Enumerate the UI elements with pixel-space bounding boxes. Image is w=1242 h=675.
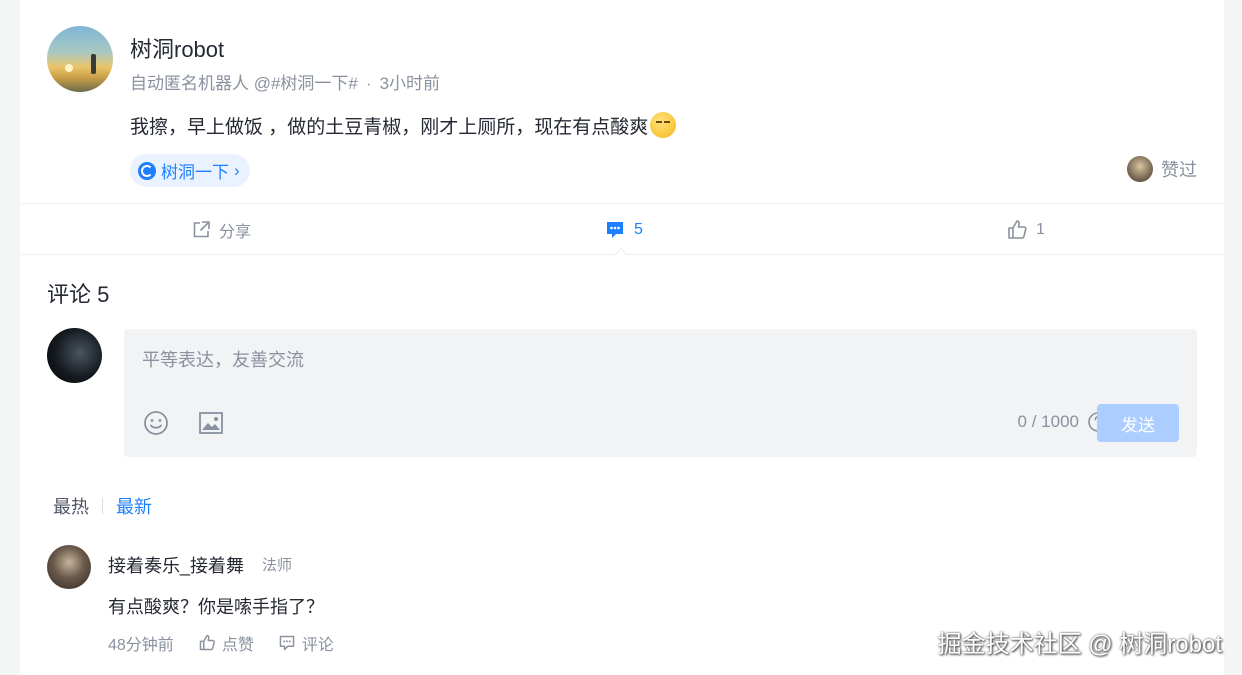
comment-button[interactable]: 5	[604, 204, 643, 256]
image-icon[interactable]	[197, 409, 225, 437]
liked-by[interactable]: 赞过	[1127, 156, 1197, 182]
post-text: 我擦，早上做饭 ，做的土豆青椒，刚才上厕所，现在有点酸爽	[130, 117, 649, 138]
tab-divider	[102, 498, 103, 514]
commenter-badge: 法师	[262, 557, 293, 574]
share-button[interactable]: 分享	[191, 204, 251, 256]
chevron-right-icon: ›	[234, 160, 240, 180]
author-avatar[interactable]	[47, 26, 113, 92]
post-card: 树洞robot 自动匿名机器人 @#树洞一下# · 3小时前 我擦，早上做饭 ，做的…	[20, 0, 1224, 675]
tab-newest[interactable]: 最新	[116, 493, 152, 519]
like-count: 1	[1036, 221, 1045, 238]
author-subtitle: 自动匿名机器人 @#树洞一下#	[130, 74, 358, 93]
sort-tabs: 最热 最新	[53, 493, 152, 519]
comment-input[interactable]	[142, 347, 1042, 373]
comment-icon	[607, 222, 623, 238]
avatar-sun	[65, 64, 73, 72]
tab-hot[interactable]: 最热	[53, 493, 89, 519]
comment-actions: 48分钟前 点赞 评论	[108, 631, 334, 655]
liked-label: 赞过	[1161, 160, 1197, 180]
comments-title: 评论 5	[47, 282, 110, 307]
comment-count: 5	[634, 221, 643, 238]
action-bar: 分享 5 1	[20, 203, 1224, 255]
send-button[interactable]: 发送	[1097, 404, 1179, 442]
share-label: 分享	[219, 224, 252, 241]
comment-like-label: 点赞	[221, 637, 254, 654]
post-meta: 自动匿名机器人 @#树洞一下# · 3小时前	[130, 69, 440, 94]
comment-reply-button[interactable]: 评论	[278, 631, 334, 655]
current-user-avatar[interactable]	[47, 328, 102, 383]
liked-user-avatar[interactable]	[1127, 156, 1153, 182]
site-watermark: 掘金技术社区 @ 树洞robot	[937, 631, 1222, 658]
meta-separator: ·	[365, 74, 372, 93]
comment-text: 有点酸爽？你是嗦手指了？	[108, 597, 324, 617]
share-icon	[193, 221, 210, 238]
topic-label: 树洞一下	[161, 163, 229, 182]
comment-editor: 0 / 1000 发送	[124, 329, 1197, 457]
comment-like-button[interactable]: 点赞	[198, 631, 254, 655]
like-button[interactable]: 1	[1006, 204, 1045, 256]
comment-icon	[279, 635, 295, 651]
emoji-icon[interactable]	[142, 409, 170, 437]
commenter-name[interactable]: 接着奏乐_接着舞	[108, 552, 244, 578]
author-name[interactable]: 树洞robot	[130, 32, 224, 64]
topic-icon	[138, 161, 156, 180]
char-counter: 0 / 1000	[1017, 412, 1079, 431]
smirk-emoji-icon	[650, 112, 677, 138]
topic-tag[interactable]: 树洞一下 ›	[130, 154, 250, 187]
comment-reply-label: 评论	[301, 637, 334, 654]
avatar-figure	[91, 54, 96, 74]
commenter-avatar[interactable]	[47, 545, 91, 589]
post-content: 我擦，早上做饭 ，做的土豆青椒，刚才上厕所，现在有点酸爽	[130, 112, 677, 139]
comment-time: 48分钟前	[108, 637, 174, 654]
post-time: 3小时前	[379, 74, 441, 93]
thumb-up-icon	[1008, 220, 1027, 239]
thumb-up-icon	[199, 634, 215, 651]
